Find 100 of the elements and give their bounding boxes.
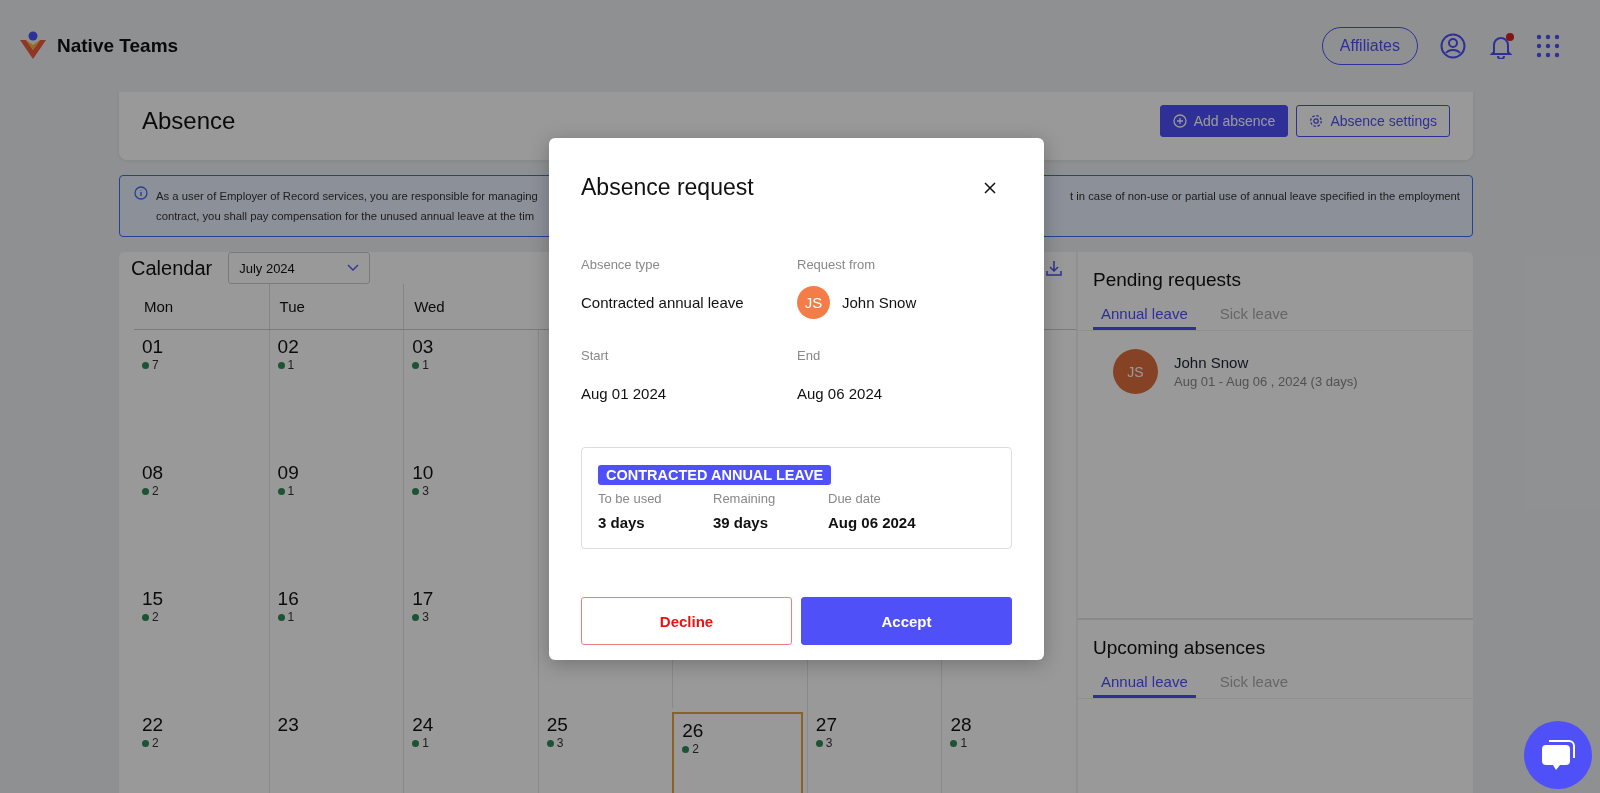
day-cell[interactable]: 28 1 (941, 708, 1076, 793)
weekday-header: Mon (143, 297, 175, 317)
day-number: 22 (142, 714, 165, 736)
absence-count: 3 (556, 736, 564, 750)
close-icon (984, 181, 996, 194)
absence-count: 1 (287, 610, 295, 624)
stat-label: Remaining (713, 491, 777, 506)
absence-count: 1 (422, 736, 429, 750)
weekday-header: Wed (403, 284, 538, 329)
profile-icon[interactable] (1440, 33, 1466, 59)
day-number: 15 (142, 588, 165, 610)
absence-dot (412, 361, 420, 369)
field-label: Start (581, 348, 610, 363)
absence-count: 3 (825, 736, 833, 750)
section-title: Upcoming absences (1092, 636, 1267, 660)
day-number: 16 (277, 588, 300, 610)
absence-count: 7 (152, 358, 159, 372)
stat-value: 3 days (598, 514, 646, 531)
stat-label: To be used (598, 491, 663, 506)
day-cell[interactable]: 15 2 (134, 582, 269, 708)
field-label: Request from (797, 257, 877, 272)
add-absence-button[interactable]: Add absence (1159, 104, 1289, 137)
day-cell[interactable]: 08 2 (134, 456, 269, 582)
day-cell[interactable]: 09 1 (268, 456, 404, 582)
decline-button[interactable]: Decline (581, 597, 792, 645)
day-cell[interactable]: 01 7 (134, 330, 269, 456)
stat-value: 39 days (713, 514, 770, 531)
leave-type-tag: CONTRACTED ANNUAL LEAVE (598, 465, 832, 485)
avatar: JS (1113, 349, 1158, 394)
day-number: 28 (950, 714, 973, 736)
field-value: Aug 06 2024 (797, 384, 883, 402)
day-cell[interactable]: 23 (268, 708, 404, 793)
absence-dot (546, 739, 554, 747)
day-cell[interactable]: 24 1 (403, 708, 538, 793)
requester-name[interactable]: John Snow (1174, 354, 1358, 371)
page-title: Absence (142, 106, 237, 135)
day-number: 25 (546, 714, 569, 736)
stat-value: Aug 06 2024 (828, 514, 917, 531)
day-number: 02 (277, 336, 300, 358)
avatar: JS (797, 285, 830, 319)
info-icon (134, 186, 148, 200)
day-cell[interactable]: 22 2 (134, 708, 269, 793)
day-cell[interactable]: 16 1 (268, 582, 404, 708)
weekday-header: Tue (268, 284, 404, 329)
day-cell[interactable]: 25 3 (537, 708, 673, 793)
logo-icon (19, 31, 47, 61)
absence-count: 1 (960, 736, 968, 750)
day-number: 10 (412, 462, 435, 484)
absence-count: 3 (422, 610, 429, 624)
absence-settings-button[interactable]: Absence settings (1296, 104, 1450, 137)
chevron-down-icon (347, 264, 360, 272)
day-number: 01 (142, 336, 165, 358)
stat-label: Due date (828, 491, 882, 506)
absence-dot (815, 739, 823, 747)
absence-count: 1 (287, 358, 295, 372)
absence-dot (142, 613, 149, 621)
section-title: Pending requests (1092, 268, 1242, 292)
day-cell[interactable]: 02 1 (268, 330, 404, 456)
absence-dot (412, 613, 420, 621)
notice-text: t in case of non-use or partial use of annual leave specified in the employment (1070, 189, 1460, 204)
day-number: 08 (142, 462, 165, 484)
absence-dot (682, 745, 690, 753)
day-number: 27 (815, 714, 838, 736)
accept-button[interactable]: Accept (801, 597, 1012, 645)
apps-grid-icon[interactable] (1536, 34, 1560, 58)
today-cell[interactable]: 26 2 (672, 712, 803, 793)
notice-text: As a user of Employer of Record services, you are responsible for managing (156, 189, 539, 204)
download-icon[interactable] (1046, 260, 1062, 276)
close-button[interactable] (982, 179, 998, 196)
day-cell[interactable]: 03 1 (403, 330, 538, 456)
absence-count: 3 (422, 484, 429, 498)
field-value: Contracted annual leave (581, 293, 744, 311)
absence-dot (277, 361, 285, 369)
absence-count: 2 (152, 736, 159, 750)
absence-dot (142, 487, 149, 495)
day-cell[interactable]: 17 3 (403, 582, 538, 708)
absence-dot (950, 739, 958, 747)
month-select[interactable]: July 2024 (228, 252, 371, 284)
field-value: John Snow (842, 293, 917, 311)
absence-dot (142, 361, 149, 369)
day-number: 26 (682, 720, 705, 742)
day-number: 09 (277, 462, 300, 484)
absence-dot (277, 613, 285, 621)
absence-count: 2 (152, 610, 159, 624)
day-cell[interactable]: 10 3 (403, 456, 538, 582)
chat-bubble-icon (1540, 738, 1576, 772)
leave-tab[interactable]: Annual leave (1093, 301, 1196, 330)
brand-name: Native Teams (57, 35, 179, 57)
day-number: 24 (412, 714, 435, 736)
field-value: Aug 01 2024 (581, 384, 667, 402)
day-number: 03 (412, 336, 435, 358)
settings-icon (1309, 113, 1324, 128)
absence-count: 2 (152, 484, 159, 498)
leave-tab[interactable]: Annual leave (1093, 669, 1196, 698)
day-cell[interactable]: 27 3 (806, 708, 942, 793)
request-dates: Aug 01 - Aug 06 , 2024 (3 days) (1174, 374, 1358, 389)
notice-text: contract, you shall pay compensation for the unused annual leave at the tim (156, 209, 536, 224)
day-number: 17 (412, 588, 435, 610)
absence-count: 1 (422, 358, 429, 372)
absence-count: 2 (692, 742, 699, 756)
